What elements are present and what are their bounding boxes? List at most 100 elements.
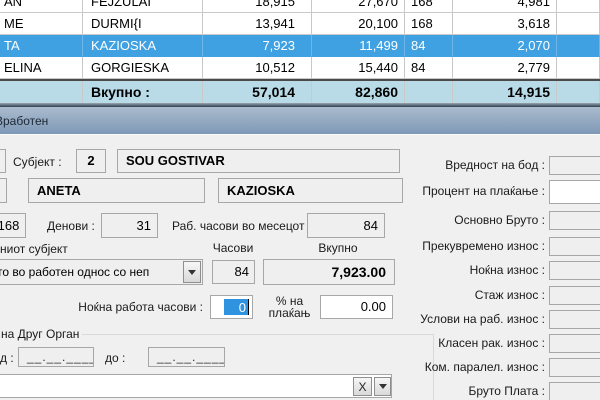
cell-hours: 168 — [405, 13, 453, 35]
month-hours-label: Раб. часови во месецот : — [172, 219, 311, 233]
cell-first-name: ELINA — [0, 57, 83, 79]
cell-first-name: TA — [0, 35, 83, 57]
cell-first-name: AN — [0, 0, 83, 13]
right-field-label: Услови на раб. износ : — [418, 312, 545, 326]
right-field-input — [549, 237, 600, 256]
cell-amount3: 2,779 — [453, 57, 557, 79]
last-name-field[interactable]: KAZIOSKA — [218, 178, 403, 203]
text-caret — [248, 299, 249, 315]
first-name-field[interactable]: ANETA — [28, 178, 205, 203]
organ-combobox[interactable] — [0, 374, 392, 398]
cell-filler — [557, 35, 600, 57]
clipped-field-fragment — [0, 149, 6, 173]
date-from-field[interactable]: __.__.____ — [18, 347, 94, 367]
organ-dropdown-button[interactable] — [374, 377, 391, 396]
clear-button[interactable]: X — [353, 377, 372, 396]
subject-code-field[interactable]: 2 — [76, 149, 106, 173]
right-field-input — [549, 358, 600, 377]
right-field-input — [549, 334, 600, 353]
total-hours-field[interactable]: 168 — [0, 213, 26, 238]
total-column-header: Вкупно — [313, 241, 363, 255]
right-field-label: Ноќна износ : — [418, 263, 545, 277]
cell-amount2: 27,670 — [312, 0, 405, 13]
month-hours-field[interactable]: 84 — [307, 213, 385, 238]
work-relation-value: нато во работен однос со неп — [0, 265, 149, 279]
clipped-field-fragment — [0, 178, 7, 203]
cell-amount2: 15,440 — [312, 57, 405, 79]
right-field-label: Вредност на бод : — [418, 158, 545, 172]
percent-pay-label: % на плаќањ — [262, 295, 317, 319]
total-amount2: 82,860 — [312, 81, 405, 103]
total-label: Вкупно : — [83, 81, 203, 103]
cell-filler — [557, 57, 600, 79]
cell-last-name: FEJZULAI — [83, 0, 203, 13]
cell-amount3: 2,070 — [453, 35, 557, 57]
right-field-label: Стаж износ : — [418, 288, 545, 302]
subject-name-field[interactable]: SOU GOSTIVAR — [117, 149, 400, 173]
work-total-field[interactable]: 7,923.00 — [263, 259, 395, 285]
days-field[interactable]: 31 — [101, 213, 158, 238]
total-amount3: 14,915 — [453, 81, 557, 103]
work-relation-dropdown-button[interactable] — [183, 261, 201, 283]
other-organ-group-label: на Друг Орган — [0, 327, 82, 341]
chevron-down-icon — [188, 270, 196, 275]
chevron-down-icon — [379, 384, 387, 389]
right-field-input — [549, 261, 600, 280]
cell-amount2: 20,100 — [312, 13, 405, 35]
cell-hours: 84 — [405, 57, 453, 79]
right-field-input — [549, 286, 600, 305]
right-field-input — [549, 382, 600, 400]
cell-amount1: 18,915 — [203, 0, 312, 13]
table-row[interactable]: MEDURMI{I13,94120,1001683,618 — [0, 13, 600, 35]
dialog-title: Вработен — [0, 114, 48, 128]
percent-pay-label-line2: плаќањ — [269, 306, 311, 320]
right-field-label: Процент на плаќање : — [418, 184, 545, 198]
right-field-label: Основно Бруто : — [418, 213, 545, 227]
dialog-titlebar[interactable]: Вработен — [0, 107, 600, 134]
hours-column-header: Часови — [208, 241, 258, 255]
cell-filler — [557, 13, 600, 35]
app-screen: ANFEJZULAI18,91527,6701684,981MEDURMI{I1… — [0, 0, 600, 400]
cell-hours: 84 — [405, 35, 453, 57]
subject-label: Субјект : — [13, 155, 62, 169]
right-field-label: Прекувремено износ : — [418, 239, 545, 253]
cell-last-name: KAZIOSKA — [83, 35, 203, 57]
right-field-input — [549, 211, 600, 230]
table-row[interactable]: TAKAZIOSKA7,92311,499842,070 — [0, 35, 600, 57]
date-to-label: до : — [105, 351, 125, 365]
cell-amount3: 3,618 — [453, 13, 557, 35]
right-field-label: Бруто Плата : — [418, 384, 545, 398]
cell-filler — [557, 81, 600, 103]
total-amount1: 57,014 — [203, 81, 312, 103]
table-row[interactable]: ELINAGORGIESKA10,51215,440842,779 — [0, 57, 600, 79]
work-relation-dropdown[interactable]: нато во работен однос со неп — [0, 259, 203, 285]
night-hours-input[interactable]: 0 — [210, 295, 253, 319]
date-to-field[interactable]: __.__.____ — [148, 347, 225, 367]
night-hours-selection: 0 — [224, 299, 248, 315]
right-field-label: Класен рак. износ : — [418, 336, 545, 350]
work-hours-field[interactable]: 84 — [212, 260, 255, 284]
days-label: Денови : — [47, 219, 95, 233]
date-from-label: д : — [0, 351, 14, 365]
cell-last-name: DURMI{I — [83, 13, 203, 35]
cell-amount1: 13,941 — [203, 13, 312, 35]
night-hours-label: Ноќна работа часови : — [60, 300, 203, 314]
table-row[interactable]: ANFEJZULAI18,91527,6701684,981 — [0, 0, 600, 13]
cell-amount3: 4,981 — [453, 0, 557, 13]
cell-amount2: 11,499 — [312, 35, 405, 57]
percent-pay-field[interactable]: 0.00 — [320, 295, 393, 319]
right-field-input[interactable] — [549, 180, 600, 204]
employee-dialog-body: Субјект : 2 SOU GOSTIVAR ANETA KAZIOSKA … — [0, 134, 600, 400]
right-field-input — [549, 156, 600, 175]
cell-first-name — [0, 81, 83, 103]
cell-filler — [557, 0, 600, 13]
right-field-input — [549, 310, 600, 329]
table-total-row: Вкупно : 57,014 82,860 14,915 — [0, 81, 600, 103]
work-subject-label: ниот субјект — [0, 242, 68, 256]
right-field-label: Ком. паралел. износ : — [418, 360, 545, 374]
total-hours — [405, 81, 453, 103]
cell-amount1: 7,923 — [203, 35, 312, 57]
cell-hours: 168 — [405, 0, 453, 13]
cell-last-name: GORGIESKA — [83, 57, 203, 79]
cell-amount1: 10,512 — [203, 57, 312, 79]
